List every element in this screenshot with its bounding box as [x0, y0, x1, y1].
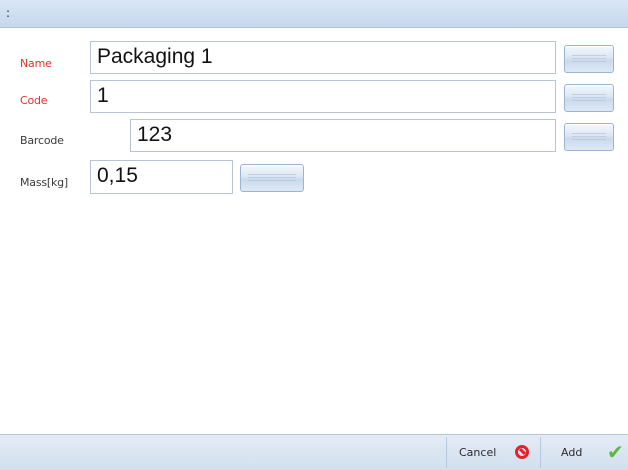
barcode-field[interactable]: 123 [130, 119, 556, 152]
add-button-label: Add [561, 446, 583, 459]
mass-field[interactable]: 0,15 [90, 160, 233, 194]
checkmark-icon: ✔ [607, 440, 624, 464]
cancel-button[interactable]: Cancel [446, 437, 540, 468]
title-bar: : [0, 0, 628, 28]
keyboard-icon [248, 174, 296, 183]
add-button[interactable]: Add ✔ [540, 437, 628, 468]
barcode-label: Barcode [20, 134, 64, 147]
keyboard-icon [572, 94, 606, 103]
cancel-button-label: Cancel [459, 446, 497, 459]
packaging-form: Name Packaging 1 Code 1 Barcode 123 Mass… [0, 28, 628, 434]
name-keyboard-button[interactable] [564, 45, 614, 73]
keyboard-icon [572, 55, 606, 64]
command-bar: Cancel Add ✔ [0, 434, 628, 470]
barcode-keyboard-button[interactable] [564, 123, 614, 151]
code-keyboard-button[interactable] [564, 84, 614, 112]
name-field[interactable]: Packaging 1 [90, 41, 556, 74]
name-label: Name [20, 57, 52, 70]
code-label: Code [20, 94, 48, 107]
code-field[interactable]: 1 [90, 80, 556, 113]
keyboard-icon [572, 133, 606, 142]
window-title: : [6, 6, 11, 20]
mass-keyboard-button[interactable] [240, 164, 304, 192]
mass-label: Mass[kg] [20, 176, 69, 189]
no-entry-icon [515, 445, 529, 459]
